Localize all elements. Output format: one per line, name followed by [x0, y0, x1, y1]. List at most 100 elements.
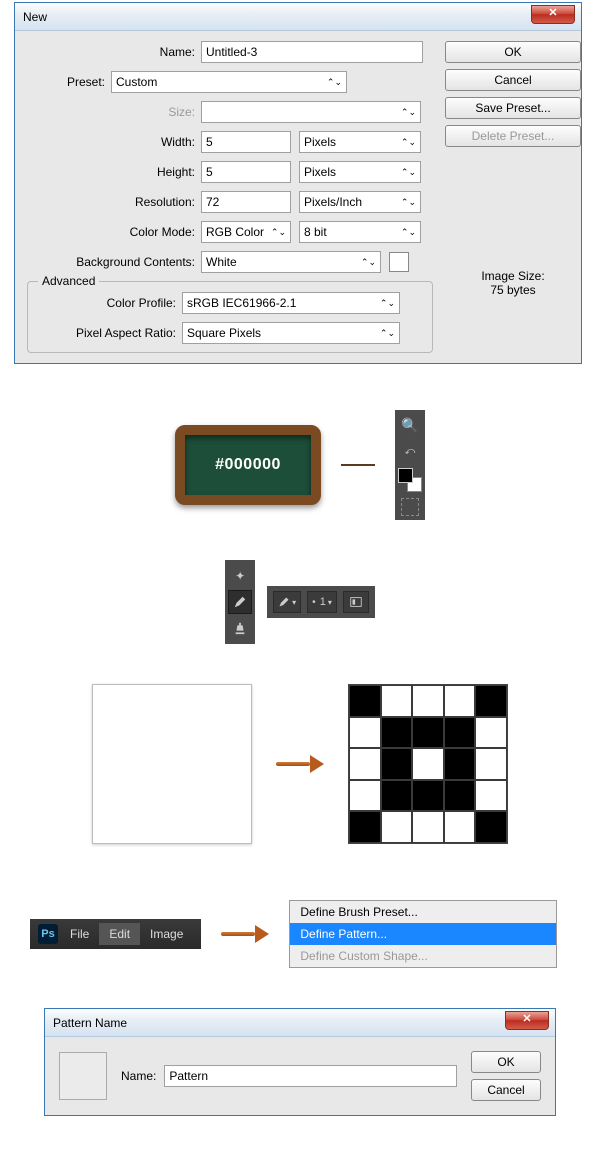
advanced-fieldset: Advanced Color Profile: sRGB IEC61966-2.… [27, 281, 433, 353]
pattern-cell [412, 780, 444, 812]
foreground-background-colors[interactable] [398, 468, 422, 492]
dialog-titlebar[interactable]: Pattern Name ✕ [45, 1009, 555, 1037]
brush-preset-picker[interactable]: • 1 ▾ [307, 591, 337, 613]
bg-color-swatch[interactable] [389, 252, 409, 272]
bgcontents-label: Background Contents: [47, 255, 201, 269]
pattern-cell [381, 685, 413, 717]
pattern-cell [349, 748, 381, 780]
pencil-tool-icon[interactable] [228, 590, 252, 614]
chevron-updown-icon: ⌃⌄ [271, 227, 286, 238]
tools-column: ✦ [225, 560, 255, 644]
resolution-label: Resolution: [47, 195, 201, 209]
pattern-drawing-illustration [80, 684, 520, 844]
dialog-title: Pattern Name [53, 1016, 127, 1030]
colordepth-value: 8 bit [304, 225, 327, 239]
size-select: ⌃⌄ [201, 101, 421, 123]
image-size-readout: Image Size: 75 bytes [445, 269, 581, 297]
bgcontents-select[interactable]: White ⌃⌄ [201, 251, 381, 273]
arrow-right-icon [276, 755, 324, 773]
pattern-cell [412, 748, 444, 780]
pattern-cell [381, 811, 413, 843]
brush-size-value: 1 [320, 596, 326, 608]
pattern-cell [444, 811, 476, 843]
cancel-button[interactable]: Cancel [471, 1079, 541, 1101]
width-label: Width: [47, 135, 201, 149]
blank-canvas [92, 684, 252, 844]
chevron-updown-icon: ⌃⌄ [401, 107, 416, 118]
size-label: Size: [47, 105, 201, 119]
pattern-name-dialog: Pattern Name ✕ Name: OK Cancel [44, 1008, 556, 1116]
chevron-updown-icon: ⌃⌄ [380, 328, 395, 339]
arrow-right-icon [221, 925, 269, 943]
pattern-cell [349, 780, 381, 812]
colormode-select[interactable]: RGB Color ⌃⌄ [201, 221, 291, 243]
image-size-value: 75 bytes [445, 283, 581, 297]
chevron-down-icon: ▾ [292, 598, 296, 607]
par-label: Pixel Aspect Ratio: [36, 326, 182, 340]
colorprofile-select[interactable]: sRGB IEC61966-2.1 ⌃⌄ [182, 292, 400, 314]
menubar-item-edit[interactable]: Edit [99, 923, 140, 945]
pattern-thumbnail [59, 1052, 107, 1100]
delete-preset-button: Delete Preset... [445, 125, 581, 147]
bgcontents-value: White [206, 255, 237, 269]
chevron-updown-icon: ⌃⌄ [401, 137, 416, 148]
height-unit-value: Pixels [304, 165, 336, 179]
resolution-unit-value: Pixels/Inch [304, 195, 362, 209]
healing-brush-icon[interactable]: ✦ [228, 564, 252, 588]
color-picker-illustration: #000000 🔍 ⤺ [125, 410, 475, 520]
tool-preset-picker[interactable]: ▾ [273, 591, 301, 613]
pattern-cell [412, 811, 444, 843]
menubar-item-file[interactable]: File [60, 923, 99, 945]
quickmask-icon[interactable] [401, 498, 419, 516]
pattern-cell [444, 748, 476, 780]
zoom-icon[interactable]: 🔍 [399, 414, 421, 436]
pattern-cell [381, 748, 413, 780]
pattern-cell [475, 811, 507, 843]
close-icon[interactable]: ✕ [531, 5, 575, 24]
save-preset-button[interactable]: Save Preset... [445, 97, 581, 119]
cancel-button[interactable]: Cancel [445, 69, 581, 91]
resolution-input[interactable] [201, 191, 291, 213]
pattern-canvas [348, 684, 508, 844]
par-value: Square Pixels [187, 326, 261, 340]
par-select[interactable]: Square Pixels ⌃⌄ [182, 322, 400, 344]
tool-options-bar: ▾ • 1 ▾ [267, 586, 375, 618]
colordepth-select[interactable]: 8 bit ⌃⌄ [299, 221, 421, 243]
chevron-down-icon: ▾ [328, 598, 332, 607]
width-unit-select[interactable]: Pixels ⌃⌄ [299, 131, 421, 153]
menu-item[interactable]: Define Brush Preset... [290, 901, 556, 923]
height-unit-select[interactable]: Pixels ⌃⌄ [299, 161, 421, 183]
connector-line [341, 464, 375, 466]
chevron-updown-icon: ⌃⌄ [401, 227, 416, 238]
chevron-updown-icon: ⌃⌄ [361, 257, 376, 268]
clone-stamp-icon[interactable] [228, 616, 252, 640]
dialog-title: New [23, 10, 47, 24]
app-menubar: Ps FileEditImage [30, 919, 201, 949]
toolbar-strip: 🔍 ⤺ [395, 410, 425, 520]
menu-item: Define Custom Shape... [290, 945, 556, 967]
chalkboard: #000000 [175, 425, 321, 505]
pattern-cell [349, 717, 381, 749]
foreground-color-swatch[interactable] [398, 468, 413, 483]
height-input[interactable] [201, 161, 291, 183]
menu-item[interactable]: Define Pattern... [290, 923, 556, 945]
close-icon[interactable]: ✕ [505, 1011, 549, 1030]
edit-menu-dropdown: Define Brush Preset...Define Pattern...D… [289, 900, 557, 968]
preset-select[interactable]: Custom ⌃⌄ [111, 71, 347, 93]
menubar-item-image[interactable]: Image [140, 923, 193, 945]
pattern-cell [349, 685, 381, 717]
pattern-name-input[interactable] [164, 1065, 457, 1087]
brush-panel-toggle[interactable] [343, 591, 369, 613]
name-input[interactable] [201, 41, 423, 63]
width-unit-value: Pixels [304, 135, 336, 149]
width-input[interactable] [201, 131, 291, 153]
height-label: Height: [47, 165, 201, 179]
ps-logo-icon: Ps [38, 924, 58, 944]
swap-colors-icon[interactable]: ⤺ [399, 440, 421, 462]
image-size-label: Image Size: [445, 269, 581, 283]
preset-value: Custom [116, 75, 157, 89]
ok-button[interactable]: OK [471, 1051, 541, 1073]
resolution-unit-select[interactable]: Pixels/Inch ⌃⌄ [299, 191, 421, 213]
dialog-titlebar[interactable]: New ✕ [15, 3, 581, 31]
ok-button[interactable]: OK [445, 41, 581, 63]
